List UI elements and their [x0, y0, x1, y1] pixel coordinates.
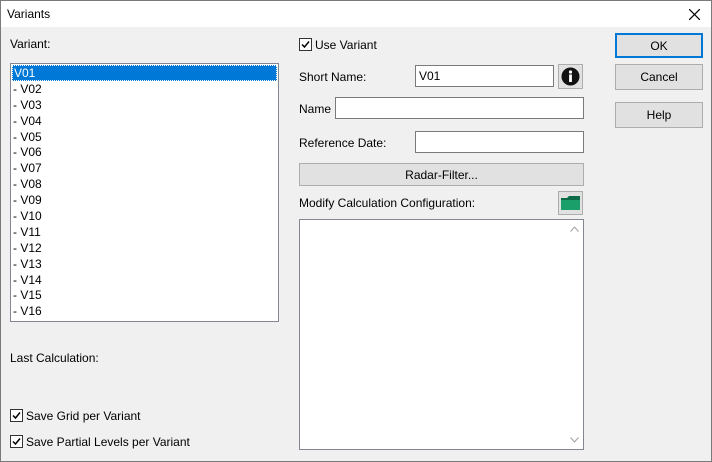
list-item[interactable]: - V12	[11, 240, 278, 256]
list-item[interactable]: - V13	[11, 256, 278, 272]
save-partial-levels-checkbox[interactable]	[10, 435, 23, 448]
scroll-down-icon[interactable]	[570, 437, 579, 443]
list-item[interactable]: - V03	[11, 97, 278, 113]
vertical-scrollbar[interactable]	[566, 220, 583, 449]
radar-filter-label: Radar-Filter...	[405, 167, 478, 182]
checkmark-icon	[301, 41, 310, 49]
ok-label: OK	[650, 38, 668, 53]
list-item[interactable]: - V14	[11, 272, 278, 288]
reference-date-label: Reference Date:	[299, 136, 387, 150]
checkmark-icon	[12, 438, 21, 446]
checkmark-icon	[12, 412, 21, 420]
list-item[interactable]: - V05	[11, 129, 278, 145]
list-item[interactable]: - V11	[11, 224, 278, 240]
list-item[interactable]: - V15	[11, 287, 278, 303]
list-item[interactable]: V01	[12, 65, 277, 81]
list-item[interactable]: - V16	[11, 303, 278, 319]
list-item[interactable]: - V04	[11, 113, 278, 129]
variant-listbox[interactable]: V01- V02- V03- V04- V05- V06- V07- V08- …	[10, 63, 279, 322]
modify-calc-label: Modify Calculation Configuration:	[299, 196, 476, 210]
help-label: Help	[646, 108, 672, 122]
info-icon	[558, 64, 583, 89]
cancel-button[interactable]: Cancel	[615, 64, 703, 90]
save-partial-levels-label: Save Partial Levels per Variant	[26, 435, 190, 449]
radar-filter-button[interactable]: Radar-Filter...	[299, 163, 584, 186]
list-item[interactable]: - V06	[11, 144, 278, 160]
cancel-label: Cancel	[640, 70, 678, 84]
ok-button[interactable]: OK	[615, 33, 703, 58]
short-name-input[interactable]: V01	[415, 65, 554, 87]
list-item[interactable]: - V02	[11, 81, 278, 97]
last-calculation-label: Last Calculation:	[10, 351, 99, 365]
help-button[interactable]: Help	[615, 102, 703, 128]
name-label: Name	[299, 102, 332, 116]
title-bar: Variants	[1, 1, 711, 27]
name-input[interactable]	[335, 97, 584, 119]
save-grid-checkbox[interactable]	[10, 409, 23, 422]
list-item[interactable]: - V10	[11, 208, 278, 224]
list-item[interactable]: - V09	[11, 192, 278, 208]
folder-icon	[558, 191, 583, 215]
scroll-up-icon[interactable]	[570, 226, 579, 232]
calc-config-textarea[interactable]	[299, 219, 584, 450]
use-variant-checkbox[interactable]	[299, 38, 312, 51]
list-item[interactable]: - V07	[11, 160, 278, 176]
close-icon	[688, 8, 700, 20]
folder-button[interactable]	[558, 191, 583, 215]
use-variant-label: Use Variant	[315, 38, 377, 52]
list-item[interactable]: - V08	[11, 176, 278, 192]
save-grid-label: Save Grid per Variant	[26, 409, 141, 423]
reference-date-input[interactable]	[415, 131, 584, 153]
info-button[interactable]	[558, 64, 583, 89]
short-name-label: Short Name:	[299, 70, 367, 84]
window-title: Variants	[7, 7, 51, 21]
close-button[interactable]	[677, 1, 711, 27]
variants-dialog: Variants Variant: V01- V02- V03- V04- V0…	[0, 0, 712, 462]
variant-label: Variant:	[10, 37, 51, 51]
